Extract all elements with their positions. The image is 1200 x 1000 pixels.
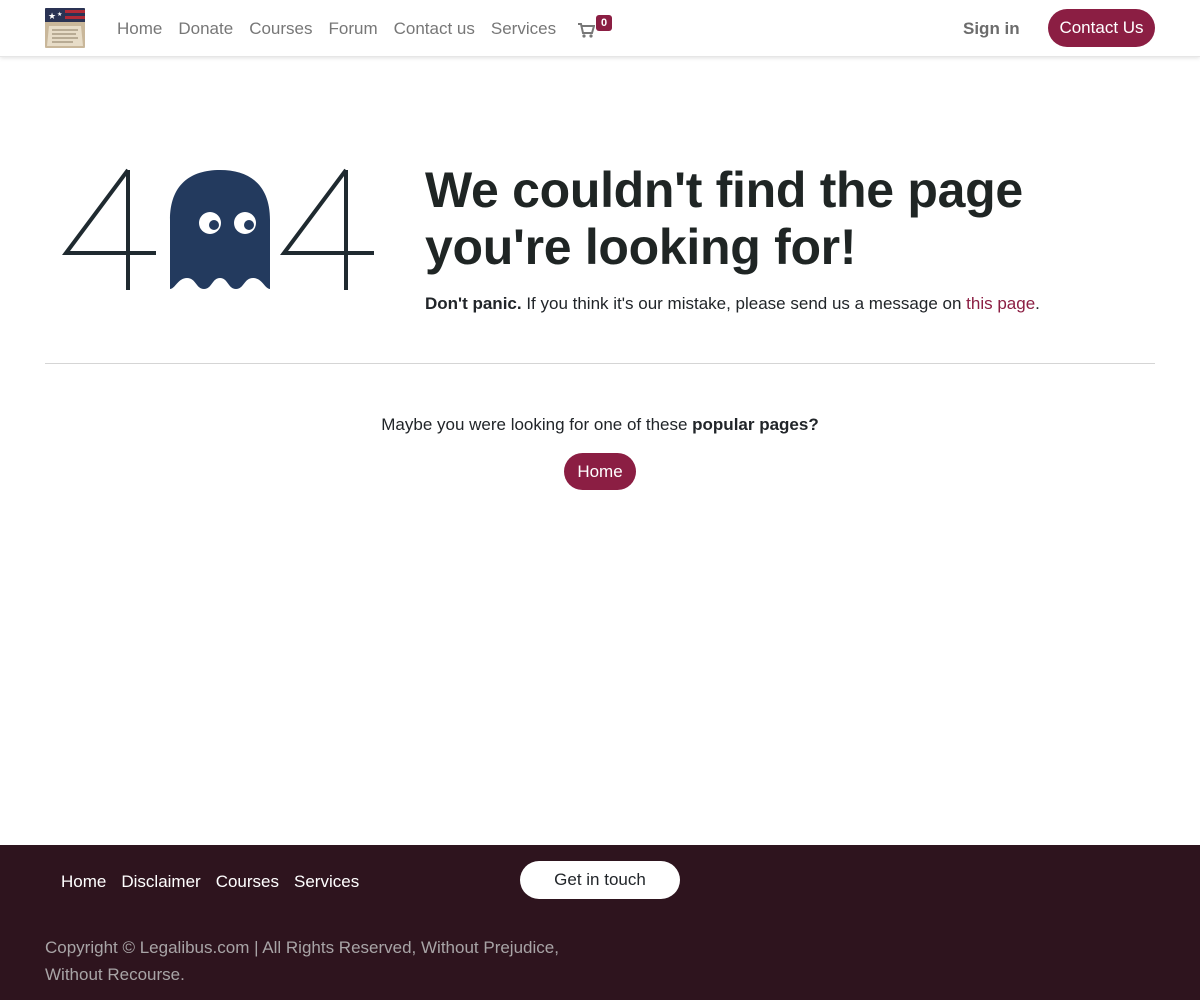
copyright-text: Copyright © Legalibus.com | All Rights R… [45, 934, 565, 988]
dont-panic-text: Don't panic. [425, 294, 522, 313]
nav-courses[interactable]: Courses [249, 18, 312, 40]
main-nav: Home Donate Courses Forum Contact us Ser… [117, 18, 556, 40]
copyright-line-2: Without Recourse. [45, 965, 185, 984]
site-logo[interactable]: ★ ★ [45, 8, 85, 48]
svg-text:★: ★ [48, 12, 56, 22]
error-code-graphic [62, 165, 380, 295]
nav-donate[interactable]: Donate [178, 18, 233, 40]
site-footer: Home Disclaimer Courses Services Get in … [0, 845, 1200, 1000]
contact-page-link[interactable]: this page [966, 294, 1035, 313]
error-message: Don't panic. If you think it's our mista… [425, 293, 1040, 315]
popular-pages-lead: Maybe you were looking for one of these [381, 415, 693, 434]
get-in-touch-button[interactable]: Get in touch [520, 861, 680, 899]
copyright-line-1: Copyright © Legalibus.com | All Rights R… [45, 938, 559, 957]
footer-link-disclaimer[interactable]: Disclaimer [121, 871, 200, 893]
contact-us-button[interactable]: Contact Us [1048, 9, 1155, 47]
error-message-end: . [1035, 294, 1040, 313]
nav-home[interactable]: Home [117, 18, 162, 40]
svg-text:★: ★ [57, 11, 62, 18]
error-message-text: If you think it's our mistake, please se… [521, 294, 967, 313]
ghost-icon [170, 170, 270, 289]
headline-line-1: We couldn't find the page [425, 162, 1023, 218]
cart-count-badge: 0 [596, 15, 613, 31]
footer-link-courses[interactable]: Courses [216, 871, 279, 893]
nav-services[interactable]: Services [491, 18, 556, 40]
nav-contact-us[interactable]: Contact us [394, 18, 475, 40]
cart-link[interactable]: 0 [577, 15, 617, 41]
footer-link-home[interactable]: Home [61, 871, 106, 893]
site-header: ★ ★ Home Donate Courses Forum Contact us… [0, 0, 1200, 57]
cart-icon [578, 23, 595, 38]
digit-four-right [280, 168, 374, 290]
popular-pages-text: Maybe you were looking for one of these … [0, 414, 1200, 436]
section-divider [45, 363, 1155, 364]
popular-home-button[interactable]: Home [564, 453, 636, 490]
nav-forum[interactable]: Forum [329, 18, 378, 40]
footer-nav: Home Disclaimer Courses Services [61, 871, 359, 893]
error-headline: We couldn't find the page you're looking… [425, 162, 1125, 276]
headline-line-2: you're looking for! [425, 219, 857, 275]
sign-in-link[interactable]: Sign in [963, 18, 1020, 40]
footer-link-services[interactable]: Services [294, 871, 359, 893]
popular-pages-bold: popular pages? [692, 415, 819, 434]
digit-four-left [62, 168, 156, 290]
